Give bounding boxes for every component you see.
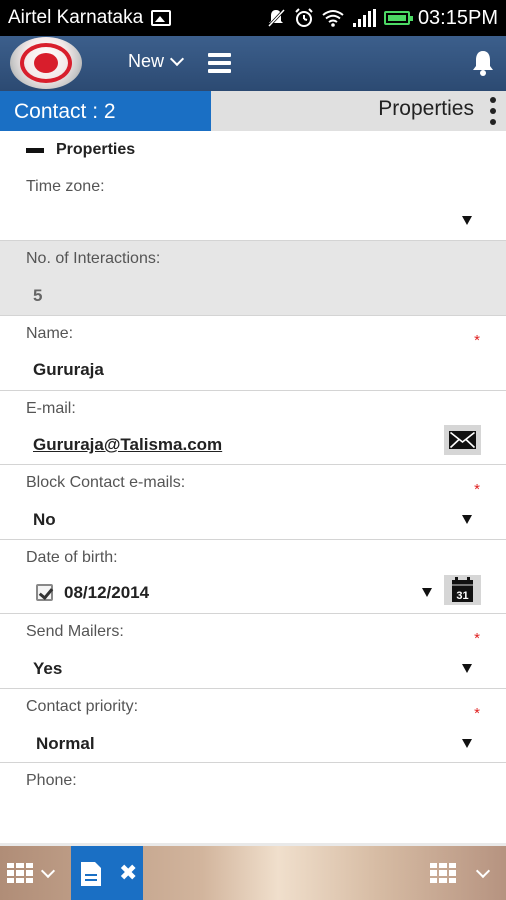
collapse-icon[interactable] xyxy=(26,147,44,153)
send-mailers-label: Send Mailers: xyxy=(26,623,124,640)
dropdown-arrow-icon[interactable] xyxy=(462,216,472,225)
open-record-tab[interactable]: ✖ xyxy=(71,846,143,900)
block-emails-label: Block Contact e-mails: xyxy=(26,474,186,491)
dropdown-arrow-icon[interactable] xyxy=(462,739,472,748)
new-label: New xyxy=(128,51,165,71)
dropdown-arrow-icon[interactable] xyxy=(422,588,432,597)
mail-icon xyxy=(449,431,476,449)
status-bar: Airtel Karnataka 03:15PM xyxy=(0,0,506,36)
timezone-label: Time zone: xyxy=(26,178,105,195)
field-name: Name: * Gururaja xyxy=(0,316,506,391)
calendar-icon: 31 xyxy=(452,577,473,602)
chevron-down-icon[interactable] xyxy=(475,863,491,879)
status-icons: 03:15PM xyxy=(266,7,498,30)
interactions-label: No. of Interactions: xyxy=(26,250,161,267)
field-send-mailers: Send Mailers: * Yes xyxy=(0,614,506,689)
send-mailers-select[interactable]: Yes xyxy=(33,659,62,679)
email-label: E-mail: xyxy=(26,400,76,417)
dob-input[interactable]: 08/12/2014 xyxy=(64,583,149,603)
section-title: Properties xyxy=(56,141,136,158)
required-marker: * xyxy=(474,332,480,349)
calendar-day: 31 xyxy=(456,590,468,602)
chevron-down-icon xyxy=(169,51,185,67)
record-tabs: Contact : 2 Properties xyxy=(0,91,506,131)
bell-icon[interactable] xyxy=(468,48,498,78)
battery-icon xyxy=(383,11,413,25)
field-timezone: Time zone: xyxy=(0,169,506,241)
chevron-down-icon[interactable] xyxy=(40,863,56,879)
menu-icon[interactable] xyxy=(208,53,231,73)
calendar-button[interactable]: 31 xyxy=(444,575,481,605)
new-menu-button[interactable]: New xyxy=(128,51,185,72)
tab-contact[interactable]: Contact : 2 xyxy=(0,91,211,131)
wifi-icon xyxy=(322,10,344,27)
tab-properties[interactable]: Properties xyxy=(378,97,474,121)
more-options-icon[interactable] xyxy=(490,97,496,125)
alarm-icon xyxy=(295,8,313,27)
apps-grid-icon[interactable] xyxy=(7,863,33,883)
close-icon[interactable]: ✖ xyxy=(119,860,137,886)
dob-label: Date of birth: xyxy=(26,549,118,566)
interactions-value: 5 xyxy=(33,286,43,305)
block-emails-select[interactable]: No xyxy=(33,510,56,530)
priority-select[interactable]: Normal xyxy=(36,734,95,754)
required-marker: * xyxy=(474,705,480,722)
field-block-emails: Block Contact e-mails: * No xyxy=(0,465,506,540)
carrier-name: Airtel Karnataka xyxy=(8,7,144,28)
muted-notifications-icon xyxy=(267,8,286,28)
dropdown-arrow-icon[interactable] xyxy=(462,664,472,673)
phone-label: Phone: xyxy=(26,772,77,789)
properties-section-header[interactable]: Properties xyxy=(0,131,506,169)
apps-grid-icon[interactable] xyxy=(430,863,456,883)
dropdown-arrow-icon[interactable] xyxy=(462,515,472,524)
name-label: Name: xyxy=(26,325,74,342)
required-marker: * xyxy=(474,481,480,498)
field-interactions: No. of Interactions: 5 xyxy=(0,241,506,316)
bottom-taskbar: ✖ xyxy=(0,843,506,900)
priority-label: Contact priority: xyxy=(26,698,139,715)
app-header: New xyxy=(0,36,506,91)
gallery-icon xyxy=(151,10,172,26)
required-marker: * xyxy=(474,630,480,647)
clock: 03:15PM xyxy=(417,6,498,29)
email-link[interactable]: Gururaja@Talisma.com xyxy=(33,435,222,455)
name-input[interactable]: Gururaja xyxy=(33,360,104,380)
field-dob: Date of birth: 08/12/2014 31 xyxy=(0,540,506,614)
send-email-button[interactable] xyxy=(444,425,481,455)
field-email: E-mail: Gururaja@Talisma.com xyxy=(0,391,506,465)
app-logo[interactable] xyxy=(10,37,82,89)
document-icon xyxy=(81,862,101,886)
dob-checkbox[interactable] xyxy=(36,584,53,601)
field-phone: Phone: xyxy=(0,763,506,838)
field-priority: Contact priority: * Normal xyxy=(0,689,506,763)
signal-icon xyxy=(352,9,376,27)
